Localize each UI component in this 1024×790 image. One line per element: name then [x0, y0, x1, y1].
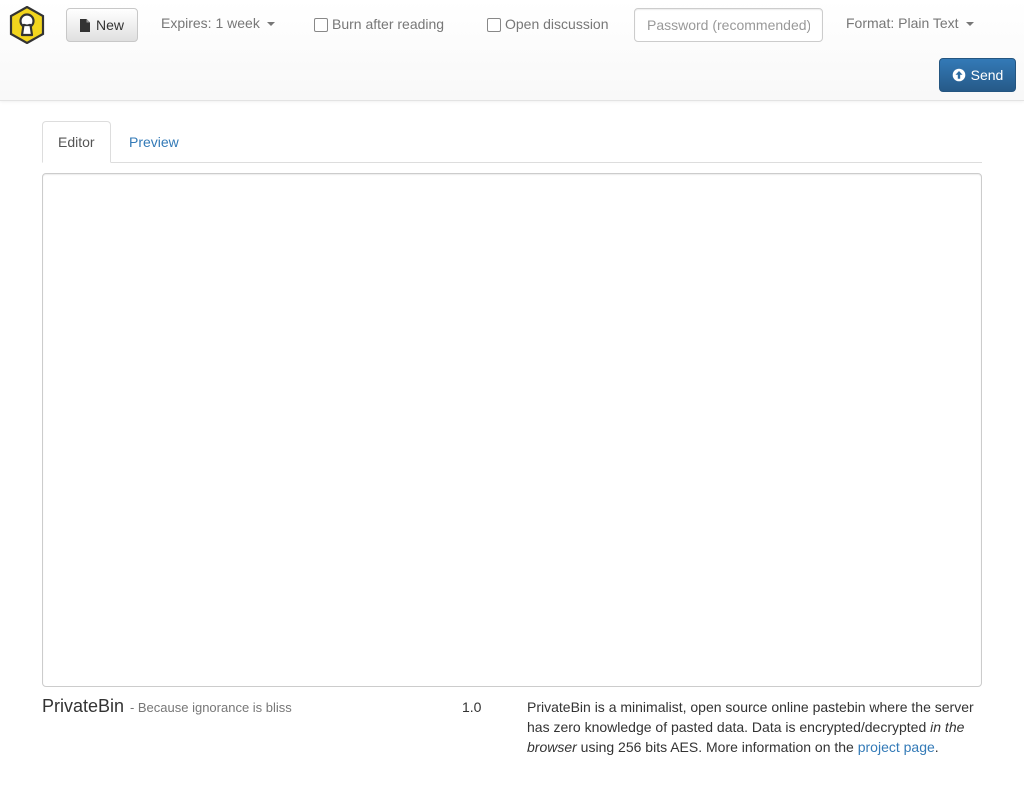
- about-text: PrivateBin is a minimalist, open source …: [527, 697, 987, 757]
- open-discussion-checkbox[interactable]: [487, 18, 501, 32]
- tab-editor-label: Editor: [58, 134, 95, 150]
- top-navbar: New Expires: 1 week Burn after reading O…: [0, 0, 1024, 101]
- tab-preview-label: Preview: [129, 134, 179, 150]
- brand-tagline: - Because ignorance is bliss: [129, 700, 292, 715]
- tab-editor[interactable]: Editor: [42, 121, 111, 163]
- expiration-dropdown[interactable]: Expires: 1 week: [161, 15, 275, 31]
- about-text-part3: .: [934, 739, 939, 755]
- format-label: Format: Plain Text: [846, 15, 959, 31]
- footer-brand: PrivateBin - Because ignorance is bliss: [42, 696, 292, 717]
- new-paste-button[interactable]: New: [66, 8, 138, 42]
- expiration-label: Expires: 1 week: [161, 15, 260, 31]
- burn-after-reading-option[interactable]: Burn after reading: [314, 15, 444, 32]
- open-discussion-option[interactable]: Open discussion: [487, 15, 609, 32]
- about-text-part2: using 256 bits AES. More information on …: [576, 739, 858, 755]
- project-page-link[interactable]: project page: [858, 739, 935, 755]
- editor-tabs: Editor Preview: [42, 121, 982, 163]
- send-button[interactable]: Send: [939, 58, 1016, 92]
- keyhole-hexagon-icon[interactable]: [9, 6, 45, 44]
- burn-after-reading-checkbox[interactable]: [314, 18, 328, 32]
- open-discussion-label: Open discussion: [505, 15, 609, 32]
- brand-name: PrivateBin: [42, 696, 125, 716]
- paste-textarea[interactable]: [42, 173, 982, 687]
- caret-down-icon: [266, 22, 275, 26]
- circle-arrow-up-icon: [952, 68, 965, 82]
- about-text-part1: PrivateBin is a minimalist, open source …: [527, 699, 974, 735]
- password-input[interactable]: [634, 8, 823, 42]
- version-number: 1.0: [462, 699, 482, 715]
- tab-preview[interactable]: Preview: [114, 121, 194, 163]
- format-dropdown[interactable]: Format: Plain Text: [846, 15, 974, 31]
- send-button-label: Send: [970, 67, 1004, 83]
- caret-down-icon: [965, 22, 974, 26]
- burn-after-reading-label: Burn after reading: [332, 15, 445, 32]
- new-button-label: New: [95, 17, 124, 33]
- file-icon: [79, 18, 90, 32]
